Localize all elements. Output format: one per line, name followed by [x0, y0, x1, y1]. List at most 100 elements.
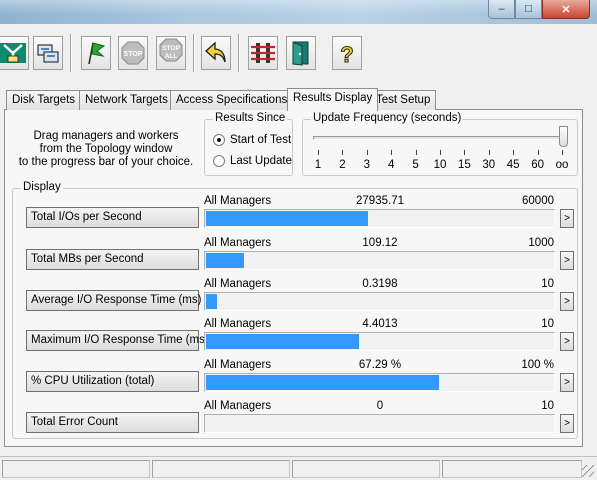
resize-grip[interactable]	[582, 465, 594, 477]
close-button[interactable]: ✕	[542, 0, 590, 19]
results-since-title: Results Since	[213, 112, 288, 124]
frequency-tick-label: 2	[339, 159, 346, 171]
stop-all-icon-label-top: STOP	[162, 45, 180, 52]
frequency-tick	[391, 150, 393, 155]
metric-manager-label: All Managers	[204, 318, 272, 330]
window-title-bar: – □ ✕	[0, 0, 597, 24]
stop-button[interactable]: STOP	[118, 36, 148, 70]
tab-test-setup[interactable]: Test Setup	[370, 90, 437, 110]
frequency-tick-label: 4	[387, 159, 395, 171]
minimize-button[interactable]: –	[488, 0, 515, 19]
metric-select-button[interactable]: Total I/Os per Second	[26, 207, 199, 228]
metric-select-button[interactable]: Average I/O Response Time (ms)	[26, 290, 201, 311]
tab-label: Access Specifications	[176, 94, 288, 106]
metric-progress-fill	[206, 375, 440, 390]
frequency-tick-label: 3	[363, 159, 370, 171]
metric-progress-bar[interactable]	[204, 414, 555, 433]
start-of-test-radio[interactable]	[213, 134, 225, 146]
start-of-test-label: Start of Test	[230, 134, 292, 146]
exit-button[interactable]	[286, 36, 316, 70]
metric-select-button[interactable]: Total MBs per Second	[26, 249, 199, 270]
tab-label: Disk Targets	[12, 94, 76, 106]
update-frequency-group: Update Frequency (seconds) 1 2 3 4 5 10 15 30 45…	[302, 112, 578, 176]
update-frequency-slider-track[interactable]	[313, 136, 565, 140]
chevron-right-icon: >	[564, 255, 570, 266]
tab-network-targets[interactable]: Network Targets	[79, 90, 174, 110]
metric-select-button[interactable]: Maximum I/O Response Time (ms)	[26, 330, 209, 351]
start-of-test-radio-row[interactable]: Start of Test	[213, 134, 291, 146]
tab-results-display[interactable]: Results Display	[287, 88, 379, 111]
metric-expand-button[interactable]: >	[560, 251, 574, 270]
tab-disk-targets[interactable]: Disk Targets	[6, 90, 82, 110]
metric-expand-button[interactable]: >	[560, 414, 574, 433]
help-icon-glyph: ?	[340, 42, 353, 66]
chevron-right-icon: >	[564, 296, 570, 307]
metric-max-value: 10	[541, 318, 554, 330]
stop-icon-label: STOP	[124, 51, 143, 58]
frequency-tick-label: 10	[433, 159, 447, 171]
metric-progress-bar[interactable]	[204, 209, 555, 228]
metric-progress-bar[interactable]	[204, 332, 555, 351]
workers-button[interactable]	[248, 36, 278, 70]
metric-max-value: 1000	[528, 237, 554, 249]
start-flag-icon	[88, 42, 106, 65]
status-cell	[442, 460, 582, 478]
last-update-radio[interactable]	[213, 155, 225, 167]
metric-select-button[interactable]: % CPU Utilization (total)	[26, 371, 199, 392]
frequency-tick	[537, 150, 539, 155]
metric-expand-button[interactable]: >	[560, 332, 574, 351]
metric-progress-bar[interactable]	[204, 373, 555, 392]
metric-progress-fill	[206, 334, 359, 349]
metric-value: 0	[376, 400, 384, 412]
metric-manager-label: All Managers	[204, 195, 272, 207]
back-arrow-icon	[205, 41, 226, 63]
metric-expand-button[interactable]: >	[560, 373, 574, 392]
status-cell	[2, 460, 150, 478]
update-frequency-slider-thumb[interactable]	[559, 126, 568, 147]
metric-max-value: 60000	[522, 195, 554, 207]
frequency-tick-label: 15	[457, 159, 471, 171]
maximize-button[interactable]: □	[515, 0, 542, 19]
metric-value: 0.3198	[362, 278, 398, 290]
metric-manager-label: All Managers	[204, 237, 272, 249]
metric-expand-button[interactable]: >	[560, 209, 574, 228]
metric-progress-fill	[206, 211, 368, 226]
status-bar	[0, 456, 597, 480]
metric-expand-button[interactable]: >	[560, 292, 574, 311]
topology-icon	[0, 43, 26, 63]
status-cell	[152, 460, 290, 478]
status-cell	[292, 460, 440, 478]
help-button[interactable]: ?	[332, 36, 362, 70]
frequency-tick-label: 30	[482, 159, 496, 171]
frequency-tick	[562, 150, 563, 155]
stop-icon: STOP	[121, 41, 145, 65]
stop-all-icon-label-bottom: ALL	[165, 53, 178, 60]
metric-progress-bar[interactable]	[204, 292, 555, 311]
toolbar: STOP STOP ALL ?	[0, 24, 597, 80]
frequency-tick	[415, 150, 417, 155]
frequency-tick	[488, 150, 490, 155]
drag-instructions: Drag managers and workers from the Topol…	[12, 130, 200, 169]
tab-label: Results Display	[293, 92, 373, 104]
start-button[interactable]	[81, 36, 111, 70]
last-update-label: Last Update	[230, 155, 293, 167]
frequency-tick-label: 1	[314, 159, 322, 171]
metric-select-button[interactable]: Total Error Count	[26, 412, 199, 433]
last-update-radio-row[interactable]: Last Update	[213, 155, 292, 167]
network-button[interactable]	[33, 36, 63, 70]
frequency-tick	[513, 150, 515, 155]
metric-value: 67.29 %	[358, 359, 402, 371]
tab-access-specifications[interactable]: Access Specifications	[170, 90, 294, 110]
instructions-line: Drag managers and workers	[33, 130, 179, 142]
topology-button[interactable]	[0, 36, 29, 70]
metric-progress-fill	[206, 253, 244, 268]
frequency-tick	[318, 150, 319, 155]
metric-progress-bar[interactable]	[204, 251, 555, 270]
metric-max-value: 100 %	[521, 359, 554, 371]
toolbar-separator	[238, 34, 240, 72]
metric-progress-fill	[206, 294, 218, 309]
frequency-tick-label: 5	[412, 159, 419, 171]
reset-button[interactable]	[201, 36, 231, 70]
chevron-right-icon: >	[564, 336, 570, 347]
stop-all-button[interactable]: STOP ALL	[156, 36, 186, 70]
